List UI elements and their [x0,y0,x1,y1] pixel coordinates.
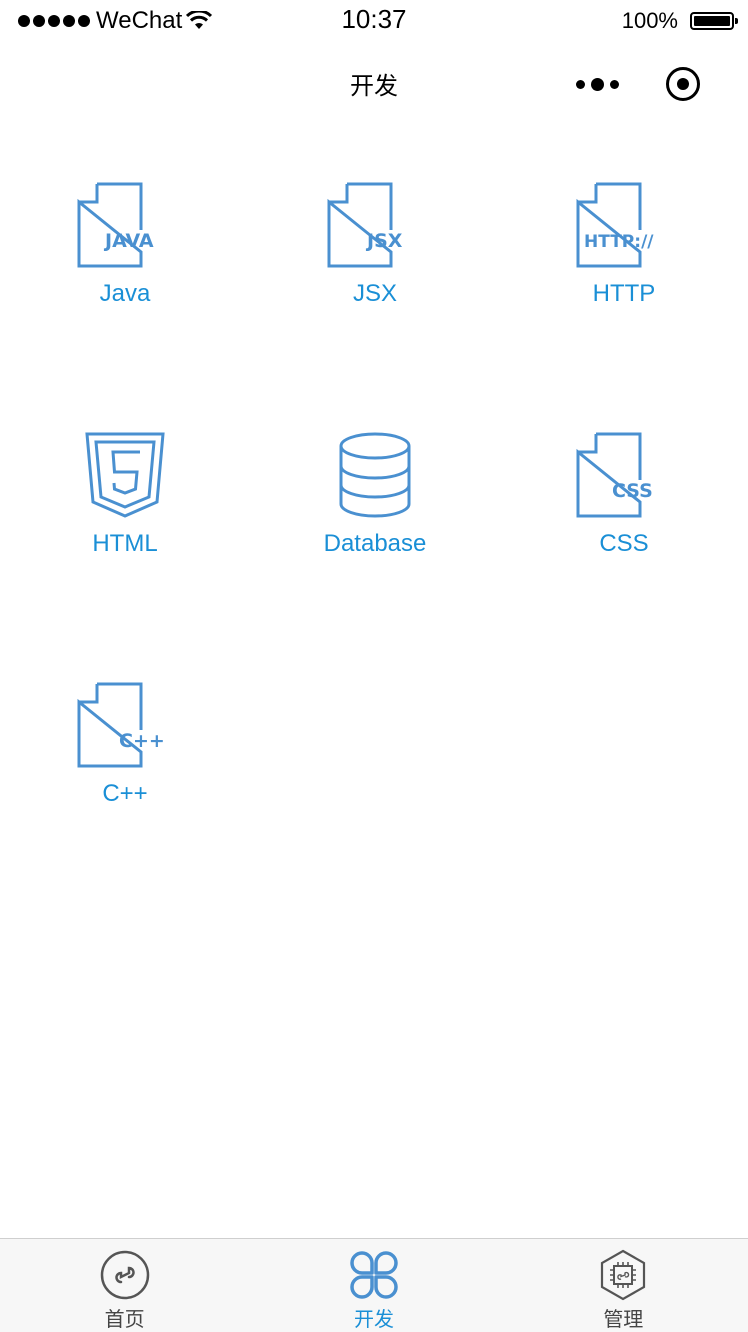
grid-item-label: C++ [102,780,148,807]
nav-bar: 开发 [0,42,748,126]
tab-home[interactable]: 首页 [0,1239,249,1332]
more-dot-icon [575,79,585,89]
tab-label: 管理 [603,1309,644,1331]
java-file-icon: JAVA [77,182,154,268]
battery-percentage: 100% [621,8,678,33]
grid-item-database[interactable]: Database [250,380,500,630]
jsx-file-icon: JSX [327,182,403,268]
screen: WeChat 10:37 100% 开发 JAVA Java JSX JSX H… [0,0,748,1332]
grid-item-label: Database [323,530,427,557]
dev-category-grid: JAVA Java JSX JSX HTTP:// HTTP HTML Data… [0,130,748,880]
svg-text:JAVA: JAVA [103,230,154,252]
svg-text:C++: C++ [119,730,165,752]
tab-label: 首页 [104,1309,145,1331]
svg-text:CSS: CSS [612,480,653,502]
tab-label: 开发 [353,1309,394,1331]
grid-item-label: HTTP [592,280,656,307]
html5-shield-icon [85,432,165,518]
close-mini-program-button[interactable] [666,67,700,101]
page-title: 开发 [350,73,398,100]
status-bar: WeChat 10:37 100% [0,0,748,42]
battery-icon [690,12,738,30]
grid-item-label: Java [99,280,151,307]
grid-item-label: JSX [352,280,397,307]
tab-bar: 首页 开发 管理 [0,1238,748,1332]
svg-text:HTTP://: HTTP:// [584,232,654,252]
database-icon [339,432,411,518]
more-options-button[interactable] [572,70,622,98]
grid-item-http[interactable]: HTTP:// HTTP [500,130,748,380]
tab-develop[interactable]: 开发 [249,1239,498,1332]
svg-text:JSX: JSX [365,230,403,252]
status-right: 100% [621,6,738,36]
cpp-file-icon: C++ [77,682,165,768]
grid-item-label: HTML [92,530,158,557]
grid-item-label: CSS [599,530,649,557]
grid-item-java[interactable]: JAVA Java [0,130,250,380]
css-file-icon: CSS [576,432,653,518]
four-petal-icon [350,1251,398,1299]
tab-manage[interactable]: 管理 [499,1239,748,1332]
grid-item-jsx[interactable]: JSX JSX [250,130,500,380]
http-file-icon: HTTP:// [576,182,654,268]
grid-item-html[interactable]: HTML [0,380,250,630]
grid-item-css[interactable]: CSS CSS [500,380,748,630]
grid-item-cpp[interactable]: C++ C++ [0,630,250,880]
more-dot-icon [590,77,604,91]
mini-program-icon [100,1250,149,1300]
hexagon-chip-icon [601,1249,646,1301]
more-dot-icon [609,79,619,89]
